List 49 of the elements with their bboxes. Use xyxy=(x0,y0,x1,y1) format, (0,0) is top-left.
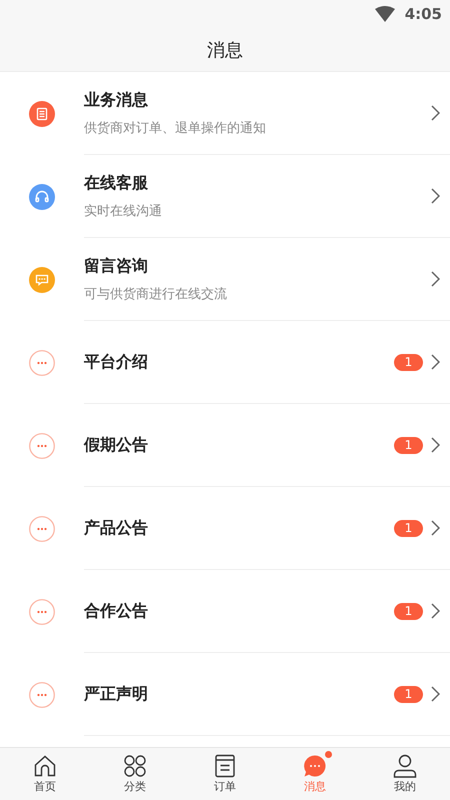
nav-tab[interactable]: 我的 xyxy=(360,748,450,800)
chevron-right-icon xyxy=(431,686,440,702)
row-title: 业务消息 xyxy=(84,90,149,110)
row-subtitle: 实时在线沟通 xyxy=(84,202,163,220)
row-title: 产品公告 xyxy=(84,518,149,538)
row-title: 假期公告 xyxy=(84,434,149,456)
more-dots-icon xyxy=(29,682,55,708)
message-row[interactable]: 平台介绍 1 xyxy=(0,321,450,404)
more-dots-icon xyxy=(29,432,55,458)
nav-tab[interactable]: 分类 xyxy=(90,748,180,800)
count-badge: 1 xyxy=(394,602,423,620)
document-icon xyxy=(213,754,237,778)
count-badge: 1 xyxy=(394,354,423,370)
row-subtitle: 可与供货商进行在线交流 xyxy=(84,286,228,302)
chat-bubble-icon xyxy=(303,754,327,778)
home-icon xyxy=(33,754,57,778)
row-title: 留言咨询 xyxy=(84,256,149,276)
message-row[interactable]: 严正声明 1 xyxy=(0,653,450,736)
count-badge: 1 xyxy=(394,520,423,536)
row-title: 严正声明 xyxy=(84,684,149,704)
more-dots-icon xyxy=(29,350,55,376)
count-badge: 1 xyxy=(394,686,423,702)
status-time: 4:05 xyxy=(404,5,442,23)
message-row[interactable]: 在线客服 实时在线沟通 xyxy=(0,155,450,238)
nav-tab[interactable]: 首页 xyxy=(0,748,90,800)
row-title: 平台介绍 xyxy=(84,352,149,372)
more-dots-icon xyxy=(29,516,55,542)
message-row[interactable]: 产品公告 1 xyxy=(0,487,450,570)
message-row[interactable]: 假期公告 1 xyxy=(0,404,450,487)
four-circles-icon xyxy=(123,754,147,778)
row-title: 在线客服 xyxy=(84,172,149,194)
chevron-right-icon xyxy=(431,603,440,619)
message-row[interactable]: 留言咨询 可与供货商进行在线交流 xyxy=(0,238,450,321)
chevron-right-icon xyxy=(431,271,440,287)
more-dots-icon xyxy=(29,598,55,624)
chevron-right-icon xyxy=(431,105,440,121)
nav-tab[interactable]: 订单 xyxy=(180,748,270,800)
page-title: 消息 xyxy=(207,38,243,62)
count-badge: 1 xyxy=(394,436,423,454)
chevron-right-icon xyxy=(431,354,440,370)
person-icon xyxy=(393,754,417,778)
row-title: 合作公告 xyxy=(84,600,149,622)
message-row[interactable]: 业务消息 供货商对订单、退单操作的通知 xyxy=(0,72,450,155)
message-row[interactable]: 合作公告 1 xyxy=(0,570,450,653)
chevron-right-icon xyxy=(431,520,440,536)
row-subtitle: 供货商对订单、退单操作的通知 xyxy=(84,120,267,136)
chevron-right-icon xyxy=(431,188,440,204)
wifi-icon xyxy=(374,6,395,22)
chevron-right-icon xyxy=(431,437,440,453)
